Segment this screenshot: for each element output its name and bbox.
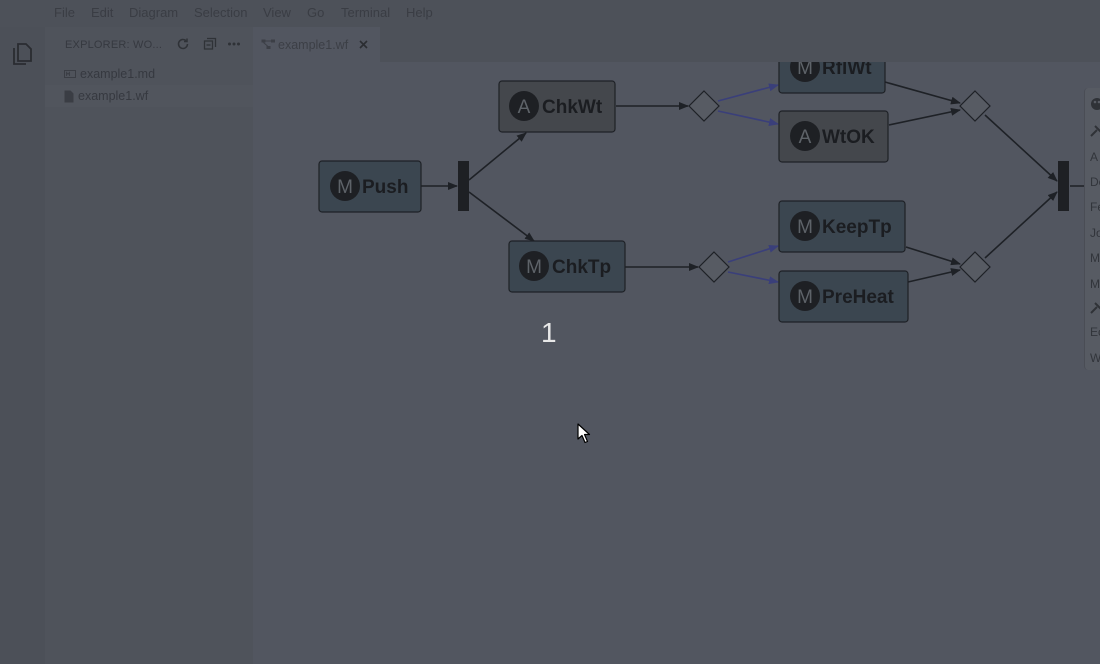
menu-help[interactable]: Help [406, 5, 433, 20]
weighted-edge[interactable] [727, 244, 779, 263]
task-node-wtok[interactable]: A WtOK [778, 110, 889, 163]
task-badge: M [797, 287, 813, 308]
palette-item[interactable]: Ec [1090, 325, 1100, 339]
file-item-selected[interactable]: example1.wf [45, 85, 253, 107]
edge[interactable] [884, 81, 961, 105]
tool-palette: A De Fe Jo M M Ec W [1084, 88, 1100, 370]
task-badge: M [797, 217, 813, 238]
menu-selection[interactable]: Selection [194, 5, 247, 20]
mouse-cursor-icon [577, 423, 591, 444]
edge[interactable] [984, 114, 1058, 182]
pin-icon[interactable] [1089, 124, 1100, 138]
palette-item[interactable]: M [1090, 277, 1100, 291]
diagram-editor[interactable]: M Push A ChkWt M ChkTp M RflWt A WtOK M … [253, 62, 1100, 664]
markdown-file-icon [64, 70, 76, 78]
menu-diagram[interactable]: Diagram [129, 5, 178, 20]
weighted-edge[interactable] [727, 271, 779, 285]
palette-item[interactable]: Jo [1090, 226, 1100, 240]
task-badge: M [337, 177, 353, 198]
task-label: WtOK [822, 127, 875, 148]
task-node-preheat[interactable]: M PreHeat [778, 270, 909, 323]
decision-node[interactable] [698, 251, 730, 283]
task-label: ChkWt [542, 97, 603, 118]
step-label: 1 [541, 317, 557, 348]
menu-edit[interactable]: Edit [91, 5, 113, 20]
refresh-icon[interactable] [176, 37, 190, 51]
edge[interactable] [907, 268, 961, 283]
decision-node[interactable] [688, 90, 720, 122]
menu-view[interactable]: View [263, 5, 291, 20]
task-label: PreHeat [822, 287, 894, 308]
diagram-icon [261, 39, 275, 49]
task-badge: M [797, 62, 813, 79]
more-icon[interactable] [227, 37, 241, 51]
edge[interactable] [888, 107, 961, 126]
task-node-chkwt[interactable]: A ChkWt [498, 80, 616, 133]
palette-item[interactable]: De [1090, 175, 1100, 189]
workflow-diagram[interactable]: M Push A ChkWt M ChkTp M RflWt A WtOK M … [253, 62, 1100, 664]
file-item[interactable]: example1.md [45, 63, 253, 85]
palette-item[interactable]: A [1090, 150, 1098, 164]
weighted-edge[interactable] [717, 83, 779, 102]
close-icon[interactable] [359, 40, 368, 49]
task-badge: A [518, 97, 531, 118]
palette-icon[interactable] [1090, 97, 1100, 111]
file-label: example1.md [80, 67, 156, 81]
task-label: RflWt [822, 62, 872, 79]
fork-bar[interactable] [458, 161, 469, 211]
tab-label: example1.wf [278, 38, 349, 52]
menu-file[interactable]: File [54, 5, 75, 20]
edge[interactable] [468, 132, 527, 181]
edge[interactable] [984, 191, 1058, 259]
file-icon [64, 90, 74, 103]
menu-bar: File Edit Diagram Selection View Go Term… [0, 0, 1100, 27]
weighted-edge[interactable] [717, 110, 779, 127]
tab-example1-wf[interactable]: example1.wf [253, 27, 380, 62]
collapse-all-icon[interactable] [203, 37, 217, 51]
file-label: example1.wf [78, 89, 149, 103]
task-label: KeepTp [822, 217, 892, 238]
task-node-push[interactable]: M Push [318, 160, 422, 213]
task-badge: M [526, 257, 542, 278]
edge[interactable] [905, 246, 961, 266]
palette-item[interactable]: M [1090, 251, 1100, 265]
explorer-sidebar: EXPLORER: WO... example1.md example1.wf [45, 27, 253, 664]
task-label: ChkTp [552, 257, 611, 278]
task-label: Push [362, 177, 408, 198]
palette-item[interactable]: Fe [1090, 200, 1100, 214]
task-node-keeptp[interactable]: M KeepTp [778, 200, 906, 253]
files-icon[interactable] [11, 42, 33, 66]
edge[interactable] [468, 191, 535, 242]
menu-go[interactable]: Go [307, 5, 324, 20]
join-bar[interactable] [1058, 161, 1069, 211]
palette-item[interactable]: W [1090, 351, 1100, 365]
task-node-chktp[interactable]: M ChkTp [508, 240, 626, 293]
task-node-rflwt[interactable]: M RflWt [778, 62, 886, 94]
editor-tab-bar: example1.wf [253, 27, 1100, 62]
task-badge: A [799, 127, 812, 148]
pin-icon[interactable] [1089, 301, 1100, 315]
menu-terminal[interactable]: Terminal [341, 5, 390, 20]
activity-bar [0, 27, 45, 664]
explorer-title: EXPLORER: WO... [65, 39, 163, 51]
